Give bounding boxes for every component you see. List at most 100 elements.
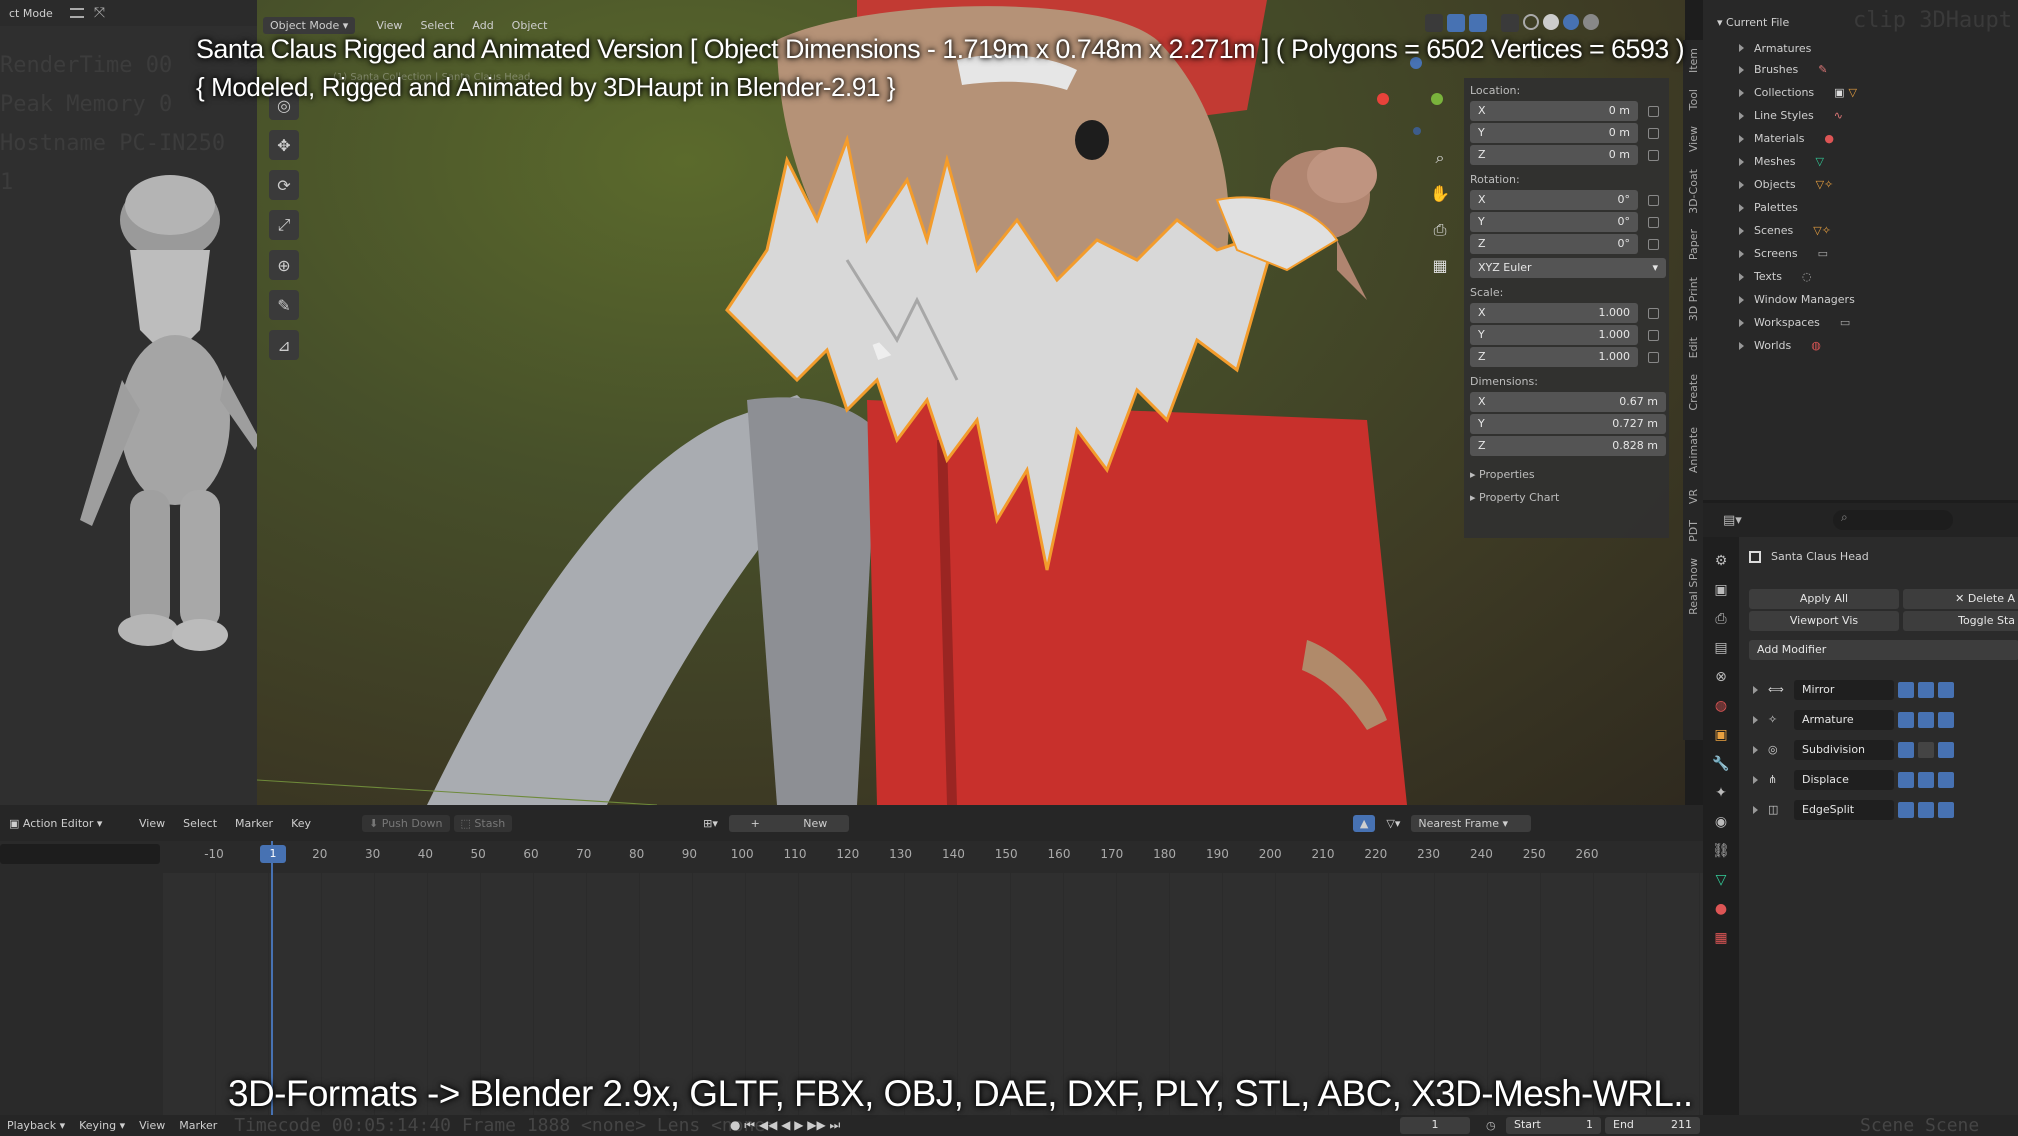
- measure-tool-icon[interactable]: ⊿: [269, 330, 299, 360]
- properties-section[interactable]: ▸ Properties: [1470, 468, 1663, 481]
- ae-menu-select[interactable]: Select: [176, 815, 224, 832]
- outliner-item-collections[interactable]: Collections ▣ ▽: [1739, 81, 2009, 104]
- status-marker-menu[interactable]: Marker: [172, 1117, 224, 1134]
- zoom-icon[interactable]: ⌕: [1427, 148, 1453, 184]
- material-shading-icon[interactable]: [1563, 14, 1579, 30]
- modifier-edgesplit[interactable]: ◫ EdgeSplit: [1749, 795, 2018, 825]
- modifier-subdivision[interactable]: ◎ Subdivision: [1749, 735, 2018, 765]
- scale-y-field[interactable]: Y 1.000: [1470, 325, 1638, 345]
- annotate-tool-icon[interactable]: ✎: [269, 290, 299, 320]
- scene-props-icon[interactable]: ⊗: [1715, 669, 1727, 685]
- rotation-mode-dropdown[interactable]: XYZ Euler ▾: [1470, 258, 1666, 278]
- properties-search-input[interactable]: ⌕: [1833, 510, 1953, 530]
- add-modifier-dropdown[interactable]: Add Modifier: [1749, 640, 2018, 660]
- camera-icon[interactable]: ⎙: [1427, 220, 1453, 256]
- edit-mode-toggle-icon[interactable]: [1898, 801, 1914, 818]
- outliner-item-palettes[interactable]: Palettes: [1739, 196, 2009, 219]
- physics-icon[interactable]: ◉: [1715, 814, 1727, 830]
- outliner-item-brushes[interactable]: Brushes ✎: [1739, 58, 2009, 81]
- lock-icon[interactable]: [1648, 127, 1659, 139]
- view-layer-icon[interactable]: ▤: [1714, 640, 1727, 656]
- location-y-field[interactable]: Y 0 m: [1470, 123, 1638, 143]
- edit-mode-toggle-icon[interactable]: [1898, 681, 1914, 698]
- render-icon[interactable]: ▣: [1714, 582, 1727, 598]
- modifier-armature[interactable]: ✧ Armature: [1749, 705, 2018, 735]
- object-props-icon[interactable]: ▣: [1714, 727, 1727, 743]
- scale-tool-icon[interactable]: ⤢: [269, 210, 299, 240]
- outliner-item-window-managers[interactable]: Window Managers: [1739, 288, 2009, 311]
- keying-dropdown[interactable]: Keying ▾: [72, 1117, 132, 1134]
- editor-mode-dropdown[interactable]: ▣ Action Editor ▾: [2, 815, 128, 832]
- outliner-item-scenes[interactable]: Scenes ▽✧: [1739, 219, 2009, 242]
- render-toggle-icon[interactable]: [1938, 741, 1954, 758]
- rotation-y-field[interactable]: Y 0°: [1470, 212, 1638, 232]
- lock-icon[interactable]: [1648, 307, 1659, 319]
- only-selected-icon[interactable]: ▲: [1352, 814, 1376, 832]
- menu-object[interactable]: Object: [505, 17, 555, 34]
- modifier-name-field[interactable]: Subdivision: [1794, 739, 1894, 760]
- tab-create[interactable]: Create: [1687, 366, 1700, 419]
- render-toggle-icon[interactable]: [1938, 711, 1954, 728]
- lock-icon[interactable]: [1648, 329, 1659, 341]
- gizmo-toggle-icon[interactable]: [1447, 14, 1465, 32]
- lock-icon[interactable]: [1648, 216, 1659, 228]
- tab-tool[interactable]: Tool: [1687, 81, 1700, 118]
- modifier-mirror[interactable]: ⟺ Mirror: [1749, 675, 2018, 705]
- new-action-button[interactable]: + New: [728, 814, 849, 832]
- tab-3d-coat[interactable]: 3D-Coat: [1687, 161, 1700, 222]
- 3d-viewport[interactable]: Object Mode ▾ View Select Add Object (1)…: [257, 0, 1685, 805]
- channel-search-field[interactable]: [0, 844, 160, 864]
- scale-x-field[interactable]: X 1.000: [1470, 303, 1638, 323]
- start-frame-field[interactable]: Start 1: [1506, 1117, 1601, 1134]
- modifier-props-icon[interactable]: 🔧: [1712, 756, 1729, 772]
- tab-paper[interactable]: Paper: [1687, 221, 1700, 268]
- wireframe-shading-icon[interactable]: [1523, 14, 1539, 30]
- ae-menu-key[interactable]: Key: [284, 815, 318, 832]
- scale-z-field[interactable]: Z 1.000: [1470, 347, 1638, 367]
- tab-vr[interactable]: VR: [1687, 481, 1700, 512]
- outliner-item-materials[interactable]: Materials ●: [1739, 127, 2009, 150]
- move-tool-icon[interactable]: ✥: [269, 130, 299, 160]
- snap-icon[interactable]: [1425, 14, 1443, 32]
- render-toggle-icon[interactable]: [1938, 681, 1954, 698]
- render-toggle-icon[interactable]: [1938, 771, 1954, 788]
- viewport-vis-button[interactable]: Viewport Vis: [1749, 611, 1899, 631]
- edit-mode-toggle-icon[interactable]: [1898, 741, 1914, 758]
- tab-pdt[interactable]: PDT: [1687, 512, 1700, 550]
- object-data-icon[interactable]: ▽: [1716, 872, 1727, 888]
- modifier-name-field[interactable]: EdgeSplit: [1794, 799, 1894, 820]
- viewport-toggle-icon[interactable]: [1918, 801, 1934, 818]
- pan-hand-icon[interactable]: ✋: [1427, 184, 1453, 220]
- tab-real-snow[interactable]: Real Snow: [1687, 550, 1700, 623]
- modifier-name-field[interactable]: Displace: [1794, 769, 1894, 790]
- rotation-z-field[interactable]: Z 0°: [1470, 234, 1638, 254]
- location-z-field[interactable]: Z 0 m: [1470, 145, 1638, 165]
- particles-icon[interactable]: ✦: [1715, 785, 1727, 801]
- ae-menu-marker[interactable]: Marker: [228, 815, 280, 832]
- viewport-toggle-icon[interactable]: [1918, 711, 1934, 728]
- toggle-stack-button[interactable]: Toggle Sta: [1903, 611, 2018, 631]
- push-down-button[interactable]: ⬇ Push Down: [362, 814, 450, 832]
- outliner-item-line-styles[interactable]: Line Styles ∿: [1739, 104, 2009, 127]
- viewport-toggle-icon[interactable]: [1918, 771, 1934, 788]
- snap-mode-dropdown[interactable]: Nearest Frame ▾: [1411, 814, 1532, 832]
- menu-view[interactable]: View: [369, 17, 409, 34]
- rendered-shading-icon[interactable]: [1583, 14, 1599, 30]
- editor-type-icon[interactable]: ▤▾: [1723, 513, 1742, 528]
- filter-icon[interactable]: ▽▾: [1379, 815, 1407, 832]
- tab-edit[interactable]: Edit: [1687, 329, 1700, 366]
- modifier-displace[interactable]: ⋔ Displace: [1749, 765, 2018, 795]
- dimension-x-field[interactable]: X 0.67 m: [1470, 392, 1666, 412]
- playback-controls[interactable]: ● ⏮ ◀◀ ◀ ▶ ▶▶ ⏭: [730, 1118, 840, 1133]
- tool-settings-icon[interactable]: ⚙: [1715, 553, 1728, 569]
- end-frame-field[interactable]: End 211: [1605, 1117, 1700, 1134]
- viewport-toggle-icon[interactable]: [1918, 741, 1934, 758]
- playhead-frame-badge[interactable]: 1: [260, 845, 286, 863]
- solid-shading-icon[interactable]: [1543, 14, 1559, 30]
- texture-props-icon[interactable]: ▦: [1714, 930, 1727, 946]
- apply-all-button[interactable]: Apply All: [1749, 589, 1899, 609]
- rotate-tool-icon[interactable]: ⟳: [269, 170, 299, 200]
- overlay-toggle-icon[interactable]: [1469, 14, 1487, 32]
- output-icon[interactable]: ⎙: [1715, 611, 1726, 627]
- delete-all-button[interactable]: ✕ Delete A: [1903, 589, 2018, 609]
